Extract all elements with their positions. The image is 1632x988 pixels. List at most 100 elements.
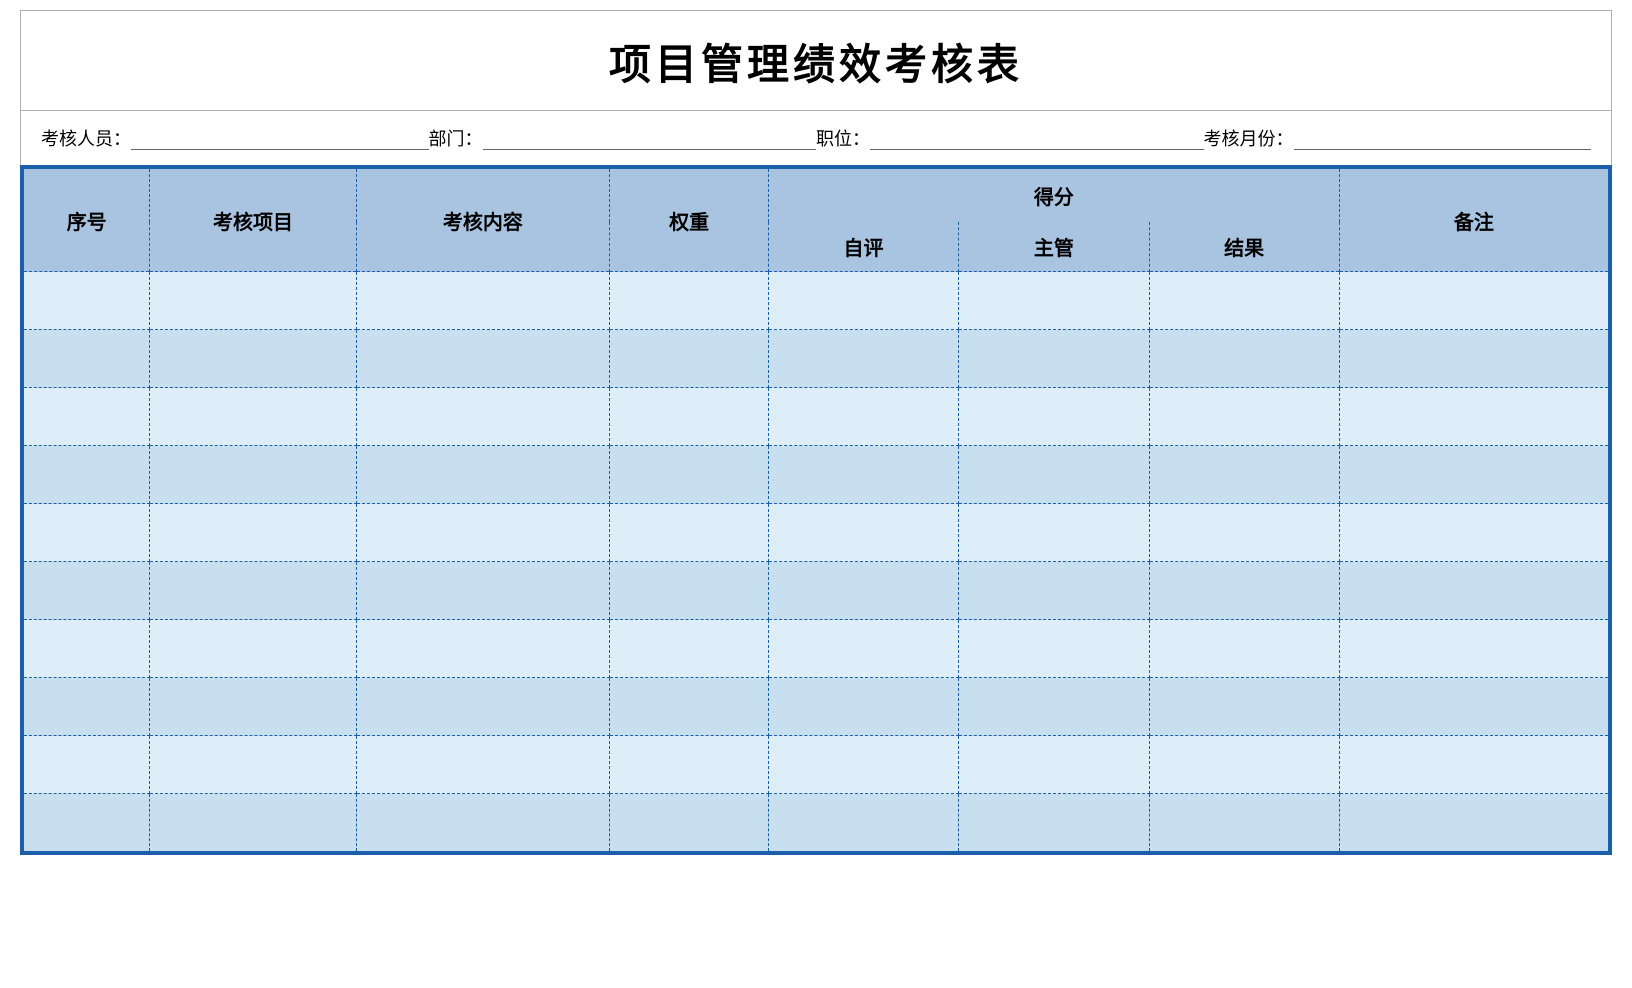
table-cell[interactable]: [959, 446, 1149, 504]
month-value[interactable]: [1294, 126, 1592, 150]
table-row[interactable]: [23, 794, 1609, 852]
table-cell[interactable]: [768, 330, 958, 388]
table-cell[interactable]: [610, 562, 769, 620]
table-cell[interactable]: [1149, 736, 1339, 794]
dept-value[interactable]: [483, 126, 817, 150]
table-cell[interactable]: [150, 736, 356, 794]
table-cell[interactable]: [150, 330, 356, 388]
table-cell[interactable]: [610, 446, 769, 504]
table-cell[interactable]: [356, 620, 610, 678]
table-cell[interactable]: [356, 272, 610, 330]
table-cell[interactable]: [959, 272, 1149, 330]
table-cell[interactable]: [1149, 330, 1339, 388]
table-row[interactable]: [23, 736, 1609, 794]
table-body: [23, 272, 1609, 852]
table-cell[interactable]: [23, 794, 150, 852]
position-value[interactable]: [870, 126, 1204, 150]
table-cell[interactable]: [959, 736, 1149, 794]
table-cell[interactable]: [150, 620, 356, 678]
table-cell[interactable]: [1339, 446, 1609, 504]
table-row[interactable]: [23, 678, 1609, 736]
table-cell[interactable]: [1149, 272, 1339, 330]
table-cell[interactable]: [1339, 562, 1609, 620]
table-cell[interactable]: [1149, 504, 1339, 562]
table-row[interactable]: [23, 388, 1609, 446]
table-cell[interactable]: [23, 504, 150, 562]
table-cell[interactable]: [150, 678, 356, 736]
table-cell[interactable]: [959, 562, 1149, 620]
table-cell[interactable]: [23, 388, 150, 446]
table-cell[interactable]: [1149, 794, 1339, 852]
table-cell[interactable]: [959, 794, 1149, 852]
table-cell[interactable]: [356, 678, 610, 736]
table-cell[interactable]: [1339, 736, 1609, 794]
table-cell[interactable]: [1339, 272, 1609, 330]
table-cell[interactable]: [610, 794, 769, 852]
table-cell[interactable]: [610, 678, 769, 736]
table-cell[interactable]: [1339, 678, 1609, 736]
table-row[interactable]: [23, 620, 1609, 678]
table-row[interactable]: [23, 504, 1609, 562]
table-row[interactable]: [23, 446, 1609, 504]
table-cell[interactable]: [959, 330, 1149, 388]
table-cell[interactable]: [1339, 620, 1609, 678]
table-cell[interactable]: [610, 504, 769, 562]
table-cell[interactable]: [23, 446, 150, 504]
table-cell[interactable]: [610, 272, 769, 330]
table-cell[interactable]: [959, 388, 1149, 446]
table-cell[interactable]: [959, 678, 1149, 736]
table-cell[interactable]: [356, 504, 610, 562]
table-cell[interactable]: [356, 446, 610, 504]
table-cell[interactable]: [768, 620, 958, 678]
table-cell[interactable]: [610, 388, 769, 446]
table-cell[interactable]: [768, 736, 958, 794]
table-cell[interactable]: [356, 794, 610, 852]
page-title: 项目管理绩效考核表: [609, 41, 1023, 88]
table-cell[interactable]: [959, 620, 1149, 678]
title-row: 项目管理绩效考核表: [20, 10, 1612, 110]
header-row-top: 序号 考核项目 考核内容 权重 得分 备注: [23, 168, 1609, 222]
table-cell[interactable]: [23, 620, 150, 678]
table-cell[interactable]: [1149, 678, 1339, 736]
table-cell[interactable]: [768, 562, 958, 620]
table-cell[interactable]: [959, 504, 1149, 562]
table-cell[interactable]: [1149, 620, 1339, 678]
table-cell[interactable]: [768, 504, 958, 562]
table-cell[interactable]: [356, 562, 610, 620]
table-cell[interactable]: [610, 736, 769, 794]
table-cell[interactable]: [356, 736, 610, 794]
table-cell[interactable]: [356, 388, 610, 446]
table-cell[interactable]: [150, 446, 356, 504]
table-cell[interactable]: [768, 446, 958, 504]
table-cell[interactable]: [23, 562, 150, 620]
table-row[interactable]: [23, 272, 1609, 330]
table-cell[interactable]: [1149, 388, 1339, 446]
table-cell[interactable]: [150, 562, 356, 620]
table-cell[interactable]: [768, 388, 958, 446]
table-cell[interactable]: [1339, 504, 1609, 562]
table-cell[interactable]: [23, 330, 150, 388]
table-cell[interactable]: [356, 330, 610, 388]
month-label: 考核月份：: [1204, 125, 1294, 151]
table-cell[interactable]: [23, 678, 150, 736]
table-row[interactable]: [23, 562, 1609, 620]
table-cell[interactable]: [150, 272, 356, 330]
table-cell[interactable]: [768, 794, 958, 852]
table-cell[interactable]: [1149, 562, 1339, 620]
table-cell[interactable]: [1149, 446, 1339, 504]
col-header-item: 考核项目: [150, 168, 356, 272]
table-cell[interactable]: [150, 794, 356, 852]
table-cell[interactable]: [23, 272, 150, 330]
table-cell[interactable]: [768, 678, 958, 736]
table-cell[interactable]: [768, 272, 958, 330]
table-cell[interactable]: [1339, 794, 1609, 852]
table-cell[interactable]: [150, 388, 356, 446]
table-cell[interactable]: [150, 504, 356, 562]
table-row[interactable]: [23, 330, 1609, 388]
table-cell[interactable]: [610, 330, 769, 388]
table-cell[interactable]: [1339, 388, 1609, 446]
table-cell[interactable]: [1339, 330, 1609, 388]
person-value[interactable]: [131, 126, 429, 150]
table-cell[interactable]: [610, 620, 769, 678]
table-cell[interactable]: [23, 736, 150, 794]
